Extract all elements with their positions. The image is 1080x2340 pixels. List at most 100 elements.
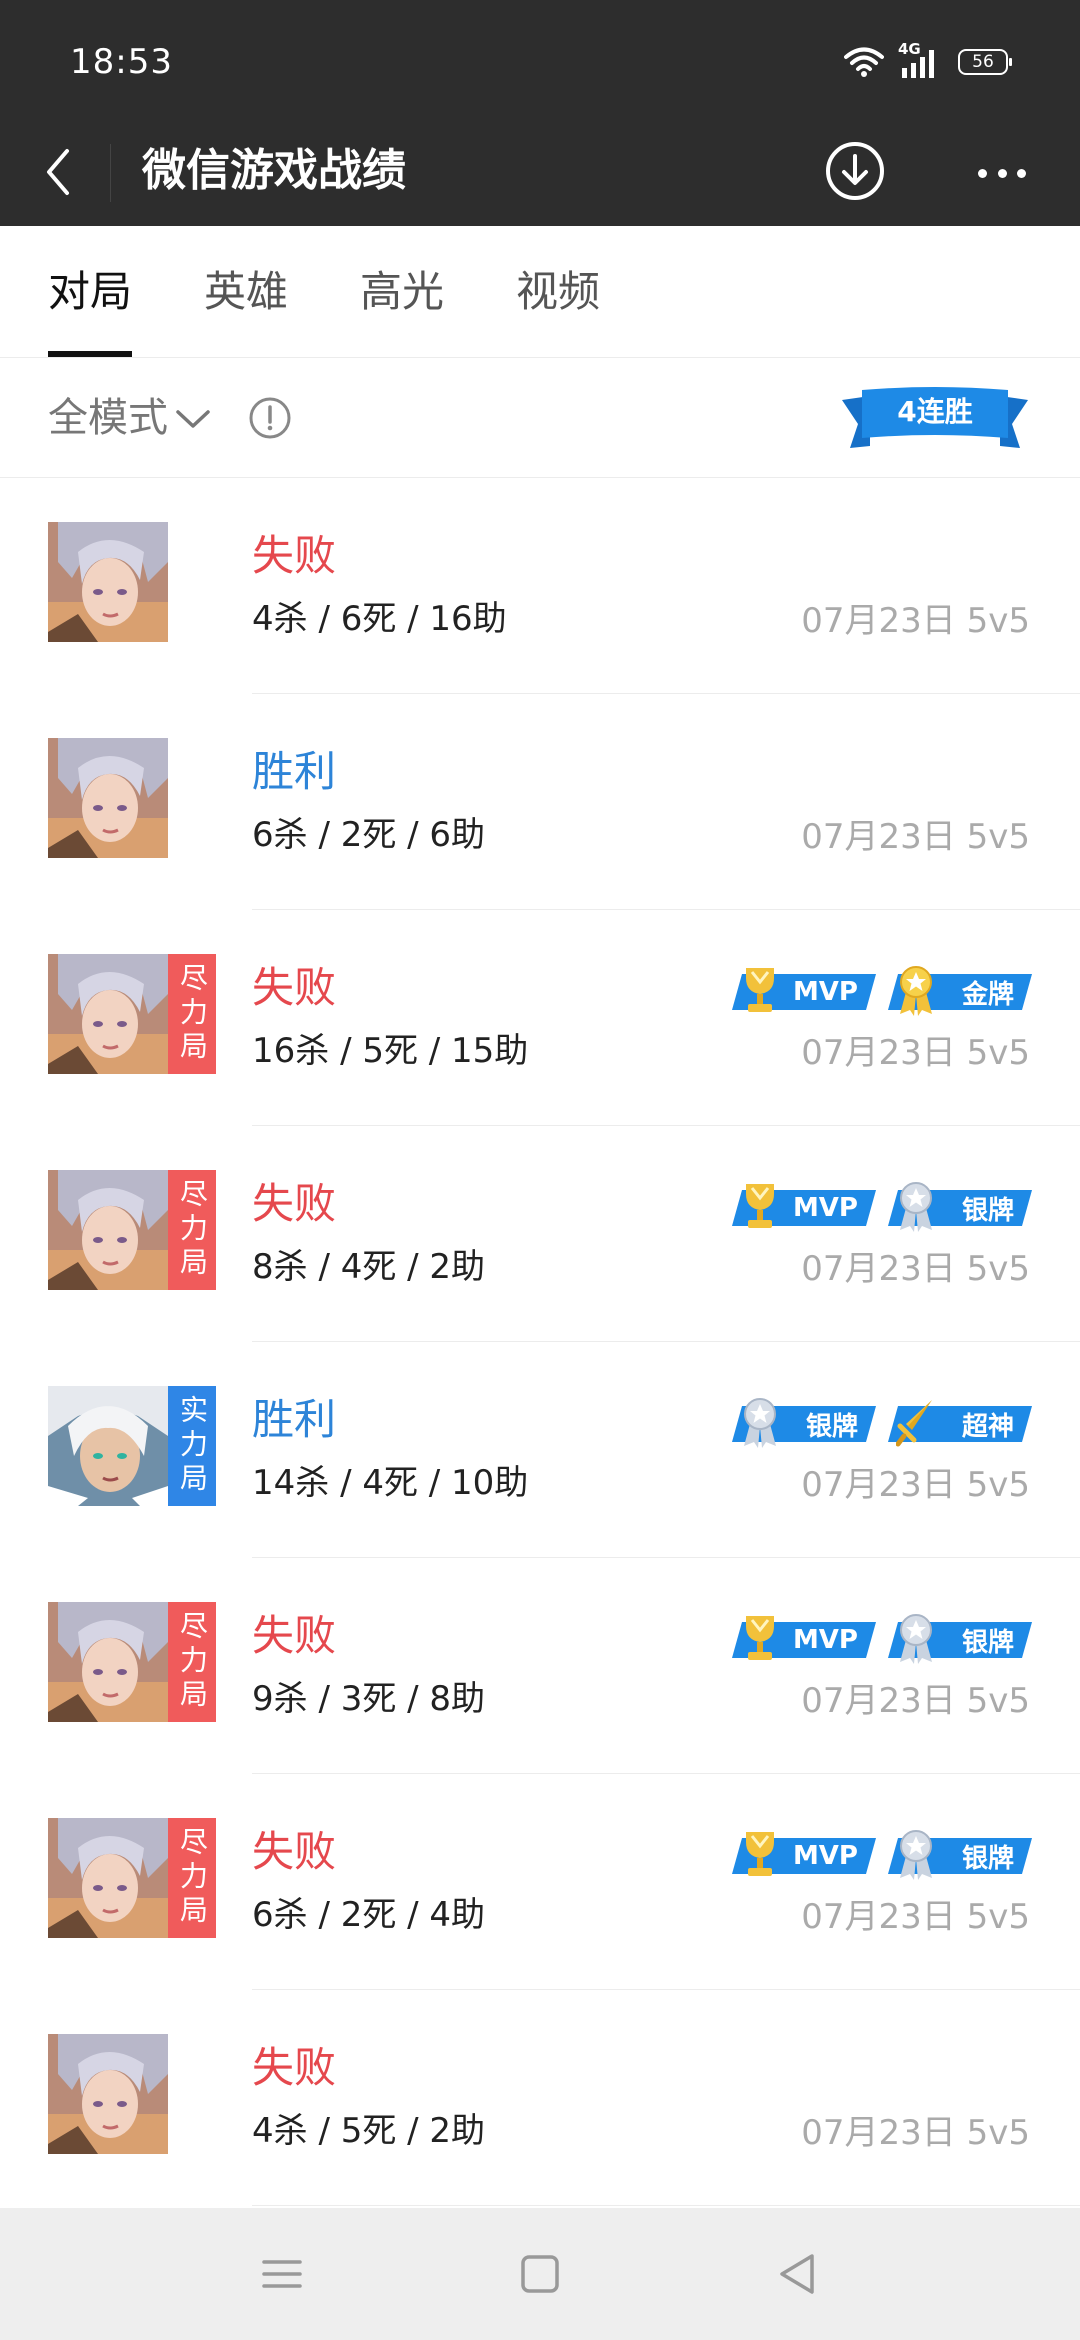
hero-avatar-group: 尽力局 <box>48 1170 216 1290</box>
page-title: 微信游戏战绩 <box>142 145 406 196</box>
match-badges: MVP 金牌 <box>732 966 1032 1016</box>
status-time: 18:53 <box>70 42 173 82</box>
match-date-mode: 07月23日 5v5 <box>801 1465 1030 1505</box>
match-row[interactable]: 尽力局 失败 8杀 / 4死 / 2助 MVP 银牌 07月23日 5v5 <box>0 1126 1080 1342</box>
match-badges: MVP 银牌 <box>732 1830 1032 1880</box>
badge-label: 银牌 <box>961 1195 1014 1226</box>
match-kda: 16杀 / 5死 / 15助 <box>252 1031 529 1071</box>
match-kda: 14杀 / 4死 / 10助 <box>252 1463 529 1503</box>
badge-label: 银牌 <box>961 1627 1014 1658</box>
tab-bar: 对局 英雄 高光 视频 <box>0 226 1080 358</box>
hero-avatar-group <box>48 738 168 858</box>
trophy-icon <box>746 968 774 1012</box>
hero-avatar <box>48 2034 168 2154</box>
mode-dropdown[interactable]: 全模式 <box>48 388 212 448</box>
match-date-mode: 07月23日 5v5 <box>801 1681 1030 1721</box>
hero-avatar <box>48 1602 168 1722</box>
more-icon-dot <box>1017 168 1026 178</box>
badge-silver-medal: 银牌 <box>888 1830 1032 1880</box>
match-row[interactable]: 胜利 6杀 / 2死 / 6助 07月23日 5v5 <box>0 694 1080 910</box>
active-tab-indicator <box>48 351 132 357</box>
trophy-icon <box>746 1832 774 1876</box>
match-tag-label: 尽力局 <box>176 1827 209 1929</box>
more-icon-dot <box>978 168 987 178</box>
match-row[interactable]: 失败 4杀 / 5死 / 2助 07月23日 5v5 <box>0 1990 1080 2206</box>
match-result: 失败 <box>252 1179 337 1228</box>
more-icon-dot <box>997 168 1007 178</box>
badge-label: MVP <box>792 977 858 1007</box>
match-tag: 尽力局 <box>168 954 216 1074</box>
match-row[interactable]: 尽力局 失败 9杀 / 3死 / 8助 MVP 银牌 07月23日 5v5 <box>0 1558 1080 1774</box>
hero-avatar-group <box>48 522 168 642</box>
badge-trophy: MVP <box>732 1616 876 1662</box>
match-result: 失败 <box>252 2043 337 2092</box>
match-result: 失败 <box>252 1827 337 1876</box>
match-kda: 6杀 / 2死 / 4助 <box>252 1895 486 1935</box>
status-icons: 4G 56 <box>844 40 1012 80</box>
hero-avatar <box>48 954 168 1074</box>
badge-silver-medal: 银牌 <box>888 1182 1032 1232</box>
match-kda: 9杀 / 3死 / 8助 <box>252 1679 486 1719</box>
hero-avatar-group: 尽力局 <box>48 1602 216 1722</box>
hero-avatar <box>48 1818 168 1938</box>
hero-avatar-group: 实力局 <box>48 1386 216 1506</box>
silver-medal-icon <box>900 1614 932 1664</box>
badge-label: 银牌 <box>961 1843 1014 1874</box>
back-triangle-icon[interactable] <box>768 2244 828 2304</box>
tab-highlights[interactable]: 高光 <box>360 262 444 322</box>
match-row[interactable]: 实力局 胜利 14杀 / 4死 / 10助 银牌 超神 07月23日 5v5 <box>0 1342 1080 1558</box>
download-button[interactable] <box>822 138 888 204</box>
hero-avatar-group <box>48 2034 168 2154</box>
badge-trophy: MVP <box>732 1184 876 1230</box>
tab-heroes[interactable]: 英雄 <box>204 262 288 322</box>
match-tag: 尽力局 <box>168 1602 216 1722</box>
match-result: 失败 <box>252 1611 337 1660</box>
match-date-mode: 07月23日 5v5 <box>801 601 1030 641</box>
hero-avatar <box>48 1386 168 1506</box>
nav-divider <box>110 144 111 202</box>
win-streak-label: 4连胜 <box>897 395 973 428</box>
match-row[interactable]: 失败 4杀 / 6死 / 16助 07月23日 5v5 <box>0 478 1080 694</box>
silver-medal-icon <box>900 1830 932 1880</box>
badge-label: 金牌 <box>961 979 1014 1010</box>
match-date-mode: 07月23日 5v5 <box>801 1033 1030 1073</box>
home-icon[interactable] <box>510 2244 570 2304</box>
wifi-icon <box>844 47 884 77</box>
match-kda: 6杀 / 2死 / 6助 <box>252 815 486 855</box>
hero-avatar <box>48 738 168 858</box>
hero-avatar-group: 尽力局 <box>48 954 216 1074</box>
match-badges: MVP 银牌 <box>732 1614 1032 1664</box>
info-icon[interactable] <box>248 396 292 440</box>
match-kda: 8杀 / 4死 / 2助 <box>252 1247 486 1287</box>
hero-avatar-group: 尽力局 <box>48 1818 216 1938</box>
tab-videos[interactable]: 视频 <box>516 262 600 322</box>
trophy-icon <box>746 1616 774 1660</box>
badge-silver-medal: 银牌 <box>732 1398 876 1448</box>
match-result: 胜利 <box>252 747 337 796</box>
badge-label: 超神 <box>961 1411 1014 1442</box>
match-date-mode: 07月23日 5v5 <box>801 817 1030 857</box>
match-result: 失败 <box>252 963 337 1012</box>
match-row[interactable]: 尽力局 失败 6杀 / 2死 / 4助 MVP 银牌 07月23日 5v5 <box>0 1774 1080 1990</box>
badge-label: MVP <box>792 1193 858 1223</box>
nav-bar: 微信游戏战绩 <box>0 120 1080 226</box>
badge-trophy: MVP <box>732 1832 876 1878</box>
filter-row: 全模式 4连胜 <box>0 358 1080 478</box>
mode-label: 全模式 <box>48 395 168 441</box>
more-button[interactable] <box>970 148 1034 198</box>
match-date-mode: 07月23日 5v5 <box>801 2113 1030 2153</box>
back-button[interactable] <box>28 134 88 210</box>
tab-matches[interactable]: 对局 <box>48 262 132 322</box>
system-nav-bar <box>0 2208 1080 2340</box>
top-bar: 18:53 4G 56 微信游戏战绩 <box>0 0 1080 226</box>
sword-icon <box>896 1400 932 1447</box>
menu-icon[interactable] <box>252 2244 312 2304</box>
match-kda: 4杀 / 5死 / 2助 <box>252 2111 486 2151</box>
match-result: 失败 <box>252 531 337 580</box>
match-row[interactable]: 尽力局 失败 16杀 / 5死 / 15助 MVP 金牌 07月23日 5v5 <box>0 910 1080 1126</box>
match-tag-label: 实力局 <box>176 1395 209 1497</box>
badge-gold-medal: 金牌 <box>888 966 1032 1016</box>
win-streak-badge: 4连胜 <box>840 382 1030 458</box>
status-bar: 18:53 4G 56 <box>0 0 1080 130</box>
match-kda: 4杀 / 6死 / 16助 <box>252 599 507 639</box>
